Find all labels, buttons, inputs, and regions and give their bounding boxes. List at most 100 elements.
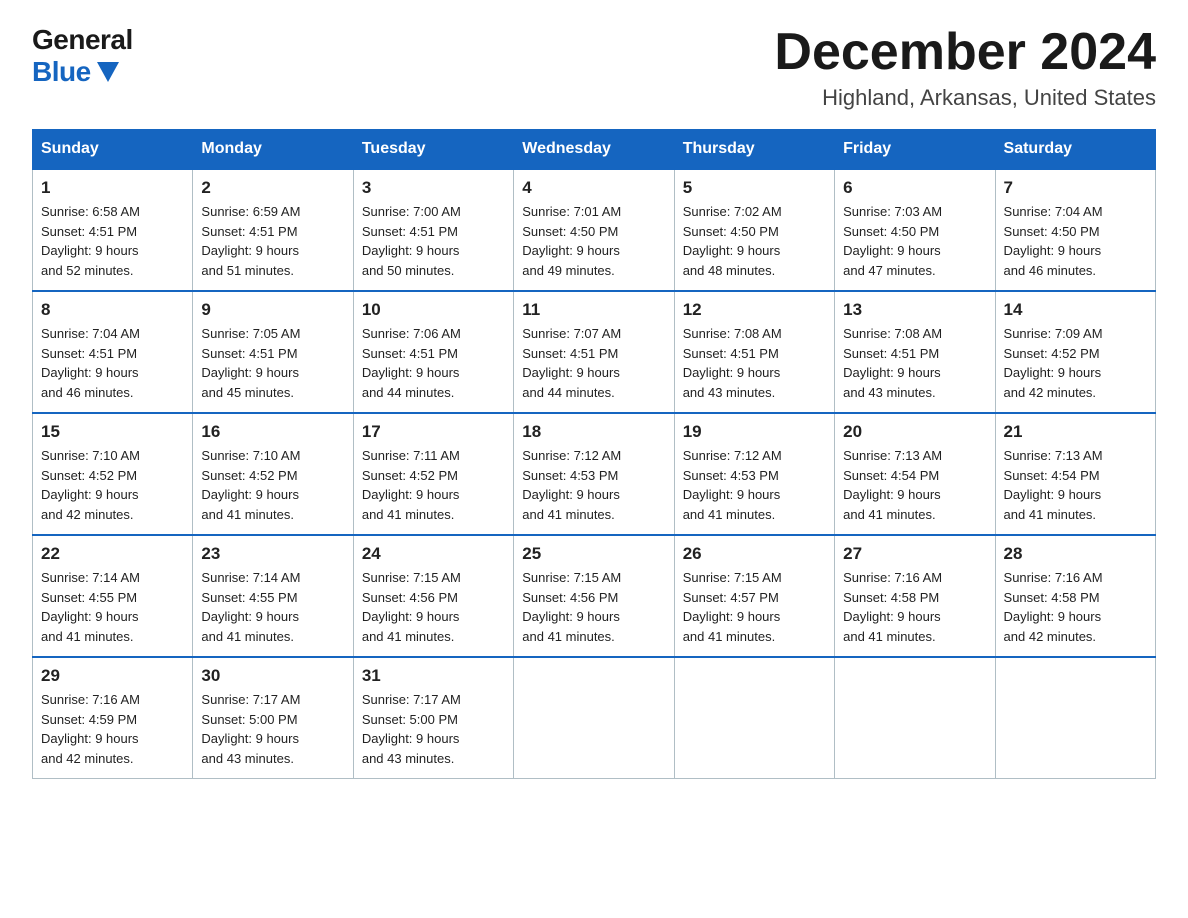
day-number: 29 — [41, 666, 184, 686]
col-tuesday: Tuesday — [353, 130, 513, 170]
day-number: 11 — [522, 300, 665, 320]
day-number: 31 — [362, 666, 505, 686]
table-row: 3 Sunrise: 7:00 AM Sunset: 4:51 PM Dayli… — [353, 169, 513, 291]
day-number: 25 — [522, 544, 665, 564]
day-info: Sunrise: 7:03 AM Sunset: 4:50 PM Dayligh… — [843, 202, 986, 280]
table-row: 25 Sunrise: 7:15 AM Sunset: 4:56 PM Dayl… — [514, 535, 674, 657]
table-row: 4 Sunrise: 7:01 AM Sunset: 4:50 PM Dayli… — [514, 169, 674, 291]
day-info: Sunrise: 7:15 AM Sunset: 4:56 PM Dayligh… — [362, 568, 505, 646]
day-info: Sunrise: 7:00 AM Sunset: 4:51 PM Dayligh… — [362, 202, 505, 280]
calendar-week-row: 22 Sunrise: 7:14 AM Sunset: 4:55 PM Dayl… — [33, 535, 1156, 657]
calendar-table: Sunday Monday Tuesday Wednesday Thursday… — [32, 129, 1156, 779]
day-number: 1 — [41, 178, 184, 198]
day-number: 27 — [843, 544, 986, 564]
day-info: Sunrise: 7:14 AM Sunset: 4:55 PM Dayligh… — [41, 568, 184, 646]
day-number: 23 — [201, 544, 344, 564]
day-number: 16 — [201, 422, 344, 442]
logo-triangle-icon — [97, 62, 119, 82]
day-number: 10 — [362, 300, 505, 320]
day-info: Sunrise: 7:15 AM Sunset: 4:57 PM Dayligh… — [683, 568, 826, 646]
day-info: Sunrise: 7:08 AM Sunset: 4:51 PM Dayligh… — [683, 324, 826, 402]
day-number: 28 — [1004, 544, 1147, 564]
day-info: Sunrise: 7:09 AM Sunset: 4:52 PM Dayligh… — [1004, 324, 1147, 402]
table-row — [835, 657, 995, 779]
day-info: Sunrise: 7:12 AM Sunset: 4:53 PM Dayligh… — [522, 446, 665, 524]
table-row — [514, 657, 674, 779]
calendar-header-row: Sunday Monday Tuesday Wednesday Thursday… — [33, 130, 1156, 170]
title-block: December 2024 Highland, Arkansas, United… — [774, 24, 1156, 111]
table-row: 24 Sunrise: 7:15 AM Sunset: 4:56 PM Dayl… — [353, 535, 513, 657]
day-number: 17 — [362, 422, 505, 442]
table-row: 6 Sunrise: 7:03 AM Sunset: 4:50 PM Dayli… — [835, 169, 995, 291]
day-number: 20 — [843, 422, 986, 442]
day-number: 7 — [1004, 178, 1147, 198]
calendar-week-row: 29 Sunrise: 7:16 AM Sunset: 4:59 PM Dayl… — [33, 657, 1156, 779]
table-row: 13 Sunrise: 7:08 AM Sunset: 4:51 PM Dayl… — [835, 291, 995, 413]
table-row: 10 Sunrise: 7:06 AM Sunset: 4:51 PM Dayl… — [353, 291, 513, 413]
day-info: Sunrise: 7:12 AM Sunset: 4:53 PM Dayligh… — [683, 446, 826, 524]
table-row: 26 Sunrise: 7:15 AM Sunset: 4:57 PM Dayl… — [674, 535, 834, 657]
day-number: 26 — [683, 544, 826, 564]
day-info: Sunrise: 7:04 AM Sunset: 4:51 PM Dayligh… — [41, 324, 184, 402]
col-friday: Friday — [835, 130, 995, 170]
day-number: 14 — [1004, 300, 1147, 320]
day-info: Sunrise: 7:13 AM Sunset: 4:54 PM Dayligh… — [1004, 446, 1147, 524]
day-number: 21 — [1004, 422, 1147, 442]
day-number: 15 — [41, 422, 184, 442]
table-row: 11 Sunrise: 7:07 AM Sunset: 4:51 PM Dayl… — [514, 291, 674, 413]
day-number: 18 — [522, 422, 665, 442]
table-row: 30 Sunrise: 7:17 AM Sunset: 5:00 PM Dayl… — [193, 657, 353, 779]
table-row: 7 Sunrise: 7:04 AM Sunset: 4:50 PM Dayli… — [995, 169, 1155, 291]
table-row: 9 Sunrise: 7:05 AM Sunset: 4:51 PM Dayli… — [193, 291, 353, 413]
table-row: 12 Sunrise: 7:08 AM Sunset: 4:51 PM Dayl… — [674, 291, 834, 413]
table-row: 31 Sunrise: 7:17 AM Sunset: 5:00 PM Dayl… — [353, 657, 513, 779]
table-row — [995, 657, 1155, 779]
day-info: Sunrise: 7:07 AM Sunset: 4:51 PM Dayligh… — [522, 324, 665, 402]
day-info: Sunrise: 7:15 AM Sunset: 4:56 PM Dayligh… — [522, 568, 665, 646]
col-monday: Monday — [193, 130, 353, 170]
calendar-week-row: 15 Sunrise: 7:10 AM Sunset: 4:52 PM Dayl… — [33, 413, 1156, 535]
day-info: Sunrise: 7:10 AM Sunset: 4:52 PM Dayligh… — [41, 446, 184, 524]
day-number: 3 — [362, 178, 505, 198]
table-row: 8 Sunrise: 7:04 AM Sunset: 4:51 PM Dayli… — [33, 291, 193, 413]
day-number: 22 — [41, 544, 184, 564]
col-saturday: Saturday — [995, 130, 1155, 170]
day-number: 8 — [41, 300, 184, 320]
day-info: Sunrise: 7:10 AM Sunset: 4:52 PM Dayligh… — [201, 446, 344, 524]
day-info: Sunrise: 7:11 AM Sunset: 4:52 PM Dayligh… — [362, 446, 505, 524]
table-row: 20 Sunrise: 7:13 AM Sunset: 4:54 PM Dayl… — [835, 413, 995, 535]
table-row: 28 Sunrise: 7:16 AM Sunset: 4:58 PM Dayl… — [995, 535, 1155, 657]
day-info: Sunrise: 7:05 AM Sunset: 4:51 PM Dayligh… — [201, 324, 344, 402]
day-number: 9 — [201, 300, 344, 320]
day-info: Sunrise: 6:59 AM Sunset: 4:51 PM Dayligh… — [201, 202, 344, 280]
day-info: Sunrise: 7:02 AM Sunset: 4:50 PM Dayligh… — [683, 202, 826, 280]
day-number: 19 — [683, 422, 826, 442]
calendar-week-row: 1 Sunrise: 6:58 AM Sunset: 4:51 PM Dayli… — [33, 169, 1156, 291]
table-row: 21 Sunrise: 7:13 AM Sunset: 4:54 PM Dayl… — [995, 413, 1155, 535]
logo-blue-text: Blue — [32, 56, 119, 88]
day-info: Sunrise: 7:17 AM Sunset: 5:00 PM Dayligh… — [201, 690, 344, 768]
day-number: 6 — [843, 178, 986, 198]
day-number: 30 — [201, 666, 344, 686]
day-number: 12 — [683, 300, 826, 320]
day-info: Sunrise: 7:14 AM Sunset: 4:55 PM Dayligh… — [201, 568, 344, 646]
day-info: Sunrise: 7:16 AM Sunset: 4:58 PM Dayligh… — [1004, 568, 1147, 646]
day-info: Sunrise: 7:16 AM Sunset: 4:59 PM Dayligh… — [41, 690, 184, 768]
table-row: 22 Sunrise: 7:14 AM Sunset: 4:55 PM Dayl… — [33, 535, 193, 657]
day-number: 13 — [843, 300, 986, 320]
month-title: December 2024 — [774, 24, 1156, 81]
table-row: 23 Sunrise: 7:14 AM Sunset: 4:55 PM Dayl… — [193, 535, 353, 657]
day-info: Sunrise: 7:17 AM Sunset: 5:00 PM Dayligh… — [362, 690, 505, 768]
day-info: Sunrise: 7:01 AM Sunset: 4:50 PM Dayligh… — [522, 202, 665, 280]
table-row: 15 Sunrise: 7:10 AM Sunset: 4:52 PM Dayl… — [33, 413, 193, 535]
table-row: 27 Sunrise: 7:16 AM Sunset: 4:58 PM Dayl… — [835, 535, 995, 657]
logo-general-text: General — [32, 24, 133, 56]
table-row: 5 Sunrise: 7:02 AM Sunset: 4:50 PM Dayli… — [674, 169, 834, 291]
day-info: Sunrise: 6:58 AM Sunset: 4:51 PM Dayligh… — [41, 202, 184, 280]
page-header: General Blue December 2024 Highland, Ark… — [32, 24, 1156, 111]
table-row: 17 Sunrise: 7:11 AM Sunset: 4:52 PM Dayl… — [353, 413, 513, 535]
calendar-week-row: 8 Sunrise: 7:04 AM Sunset: 4:51 PM Dayli… — [33, 291, 1156, 413]
table-row: 14 Sunrise: 7:09 AM Sunset: 4:52 PM Dayl… — [995, 291, 1155, 413]
day-number: 4 — [522, 178, 665, 198]
table-row: 2 Sunrise: 6:59 AM Sunset: 4:51 PM Dayli… — [193, 169, 353, 291]
